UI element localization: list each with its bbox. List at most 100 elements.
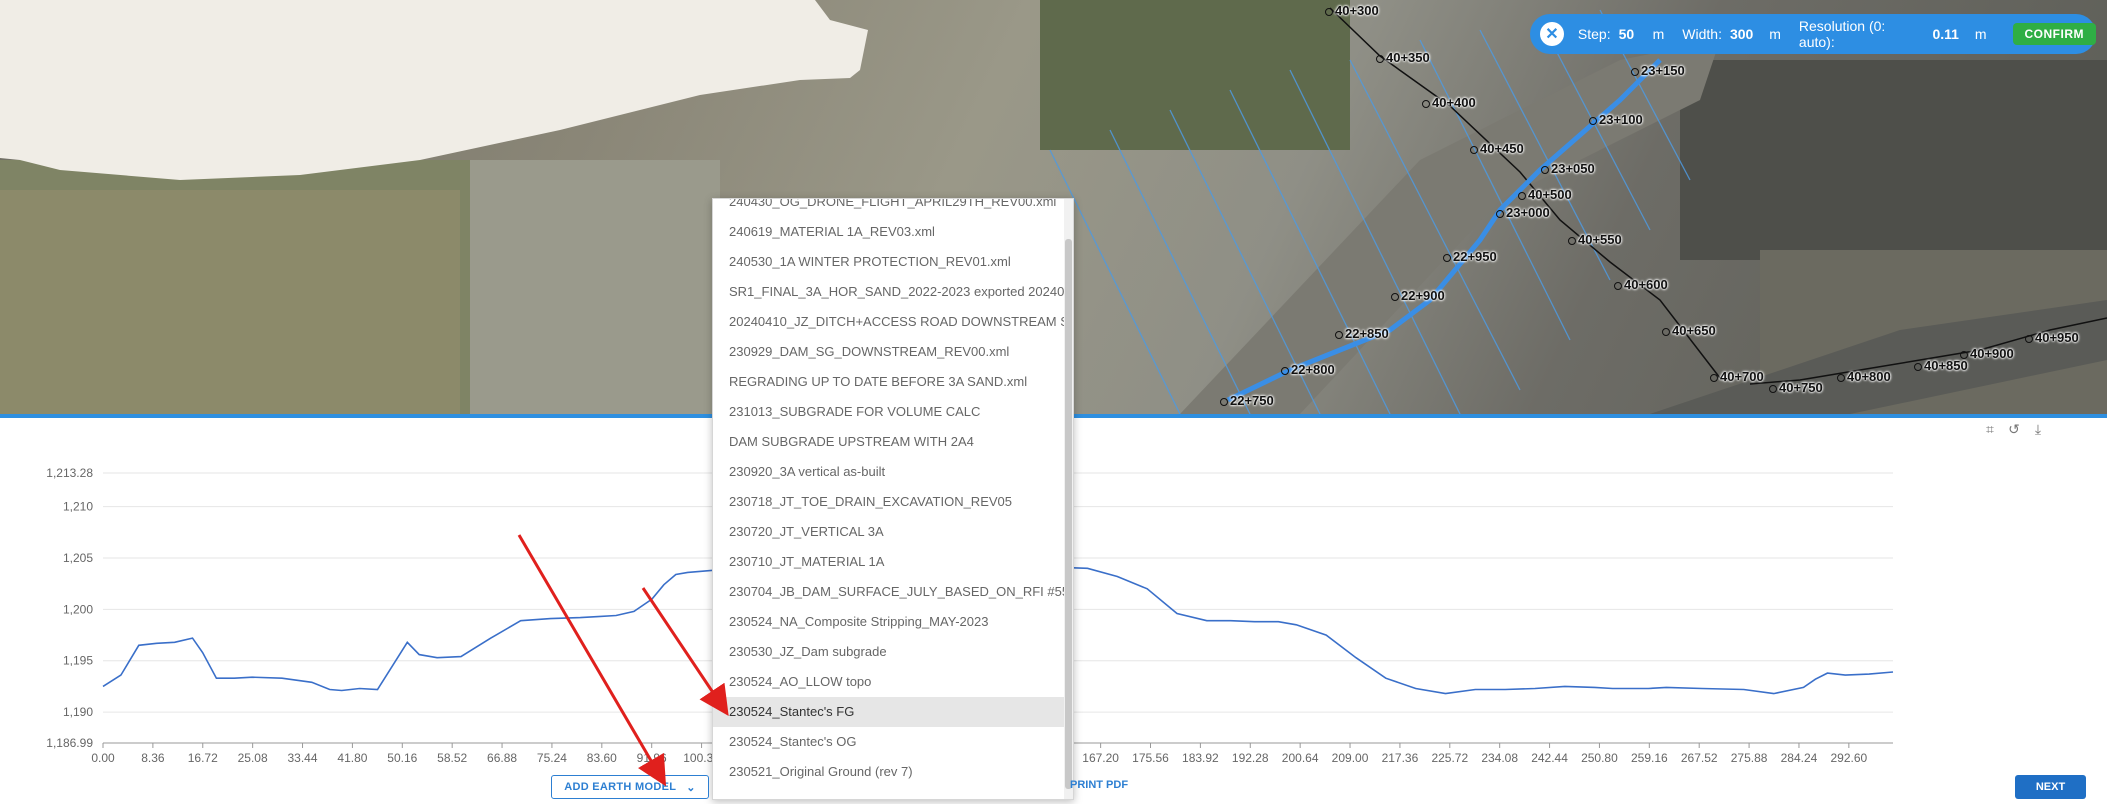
dropdown-item[interactable]: 230720_JT_VERTICAL 3A [713, 517, 1073, 547]
dropdown-item[interactable]: 20240410_JZ_DITCH+ACCESS ROAD DOWNSTREAM… [713, 307, 1073, 337]
chainage-label: 23+050 [1541, 161, 1595, 176]
dropdown-item[interactable]: 230718_JT_TOE_DRAIN_EXCAVATION_REV05 [713, 487, 1073, 517]
chainage-label: 40+350 [1376, 50, 1430, 65]
dropdown-item[interactable]: 230524_Stantec's OG [713, 727, 1073, 757]
scrollbar-thumb[interactable] [1065, 239, 1072, 789]
station-marker-icon [1589, 117, 1597, 125]
dropdown-scrollbar[interactable] [1064, 199, 1073, 799]
dropdown-item[interactable]: 230524_AO_LLOW topo [713, 667, 1073, 697]
dropdown-item[interactable]: SR1_FINAL_3A_HOR_SAND_2022-2023 exported… [713, 277, 1073, 307]
station-marker-icon [2025, 335, 2033, 343]
dropdown-item[interactable]: 230710_JT_MATERIAL 1A [713, 547, 1073, 577]
step-label: Step: [1577, 26, 1611, 42]
dropdown-item[interactable]: REGRADING UP TO DATE BEFORE 3A SAND.xml [713, 367, 1073, 397]
restore-icon[interactable]: ↺ [2006, 421, 2022, 437]
y-tick-label: 1,213.28 [46, 466, 93, 480]
width-label: Width: [1682, 26, 1722, 42]
x-tick-label: 175.56 [1132, 751, 1169, 765]
station-marker-icon [1631, 68, 1639, 76]
x-tick-label: 225.72 [1431, 751, 1468, 765]
chainage-label: 40+500 [1518, 187, 1572, 202]
chainage-label: 23+150 [1631, 63, 1685, 78]
x-tick-label: 83.60 [587, 751, 617, 765]
station-marker-icon [1391, 293, 1399, 301]
add-earth-model-label: ADD EARTH MODEL [564, 781, 677, 793]
add-earth-model-button[interactable]: ADD EARTH MODEL ⌄ [551, 775, 709, 799]
dropdown-item[interactable]: 230920_3A vertical as-built [713, 457, 1073, 487]
dropdown-item[interactable]: 240530_1A WINTER PROTECTION_REV01.xml [713, 247, 1073, 277]
x-tick-label: 209.00 [1332, 751, 1369, 765]
dropdown-item[interactable]: 240619_MATERIAL 1A_REV03.xml [713, 217, 1073, 247]
section-settings-bar: ✕ Step: 50 m Width: 300 m Resolution (0:… [1530, 14, 2097, 54]
resolution-label: Resolution (0: auto): [1798, 18, 1886, 50]
x-tick-label: 25.08 [238, 751, 268, 765]
x-tick-label: 200.64 [1282, 751, 1319, 765]
resolution-unit: m [1974, 26, 1987, 42]
dropdown-item[interactable]: 230524_Stantec's FG [713, 697, 1073, 727]
x-tick-label: 66.88 [487, 751, 517, 765]
dropdown-item[interactable]: 240430_OG_DRONE_FLIGHT_APRIL29TH_REV00.x… [713, 199, 1073, 217]
width-input[interactable]: 300 [1730, 26, 1753, 42]
y-tick-label: 1,190 [63, 705, 93, 719]
chainage-label: 40+900 [1960, 346, 2014, 361]
x-tick-label: 58.52 [437, 751, 467, 765]
dropdown-item[interactable]: 230521_Original Ground (rev 7) [713, 757, 1073, 787]
resolution-input[interactable]: 0.11 [1932, 26, 1958, 42]
chainage-label: 22+850 [1335, 326, 1389, 341]
download-icon[interactable]: ⤓ [2030, 421, 2046, 437]
dropdown-item[interactable]: 230929_DAM_SG_DOWNSTREAM_REV00.xml [713, 337, 1073, 367]
chainage-label: 40+300 [1325, 3, 1379, 18]
station-marker-icon [1837, 374, 1845, 382]
x-tick-label: 16.72 [188, 751, 218, 765]
chainage-label: 40+800 [1837, 369, 1891, 384]
station-marker-icon [1614, 282, 1622, 290]
x-tick-label: 234.08 [1481, 751, 1518, 765]
dropdown-item[interactable]: 230530_JZ_Dam subgrade [713, 637, 1073, 667]
step-input[interactable]: 50 [1619, 26, 1637, 42]
chainage-label: 40+600 [1614, 277, 1668, 292]
x-tick-label: 292.60 [1830, 751, 1867, 765]
next-button[interactable]: NEXT [2015, 775, 2086, 799]
station-marker-icon [1769, 385, 1777, 393]
chainage-label: 40+950 [2025, 330, 2079, 345]
print-pdf-button[interactable]: PRINT PDF [1070, 779, 1128, 791]
y-tick-label: 1,205 [63, 551, 93, 565]
dropdown-item[interactable]: 230524_NA_Composite Stripping_MAY-2023 [713, 607, 1073, 637]
chainage-label: 22+900 [1391, 288, 1445, 303]
station-marker-icon [1662, 328, 1670, 336]
dropdown-item[interactable]: DAM SUBGRADE UPSTREAM WITH 2A4 [713, 427, 1073, 457]
chevron-down-icon: ⌄ [686, 781, 696, 794]
x-tick-label: 33.44 [288, 751, 318, 765]
earth-model-list: 240430_OG_DRONE_FLIGHT_APRIL29TH_REV00.x… [713, 199, 1073, 787]
x-tick-label: 75.24 [537, 751, 567, 765]
step-unit: m [1652, 26, 1665, 42]
close-icon[interactable]: ✕ [1540, 22, 1564, 46]
earth-model-dropdown[interactable]: 240430_OG_DRONE_FLIGHT_APRIL29TH_REV00.x… [712, 198, 1074, 800]
chainage-label: 40+650 [1662, 323, 1716, 338]
x-tick-label: 8.36 [141, 751, 165, 765]
x-tick-label: 242.44 [1531, 751, 1568, 765]
x-tick-label: 275.88 [1731, 751, 1768, 765]
dropdown-item[interactable]: 231013_SUBGRADE FOR VOLUME CALC [713, 397, 1073, 427]
x-tick-label: 267.52 [1681, 751, 1718, 765]
station-marker-icon [1376, 55, 1384, 63]
station-marker-icon [1220, 398, 1228, 406]
y-tick-label: 1,195 [63, 654, 93, 668]
x-tick-label: 250.80 [1581, 751, 1618, 765]
y-tick-label: 1,200 [63, 602, 93, 616]
dropdown-item[interactable]: 230704_JB_DAM_SURFACE_JULY_BASED_ON_RFI … [713, 577, 1073, 607]
chainage-label: 22+750 [1220, 393, 1274, 408]
y-tick-label: 1,186.99 [46, 736, 93, 750]
chainage-label: 40+550 [1568, 232, 1622, 247]
x-tick-label: 183.92 [1182, 751, 1219, 765]
station-marker-icon [1335, 331, 1343, 339]
crop-icon[interactable]: ⌗ [1982, 421, 1998, 437]
station-marker-icon [1710, 374, 1718, 382]
station-marker-icon [1325, 8, 1333, 16]
station-marker-icon [1281, 367, 1289, 375]
confirm-button[interactable]: CONFIRM [2012, 23, 2097, 45]
station-marker-icon [1914, 363, 1922, 371]
chainage-label: 40+750 [1769, 380, 1823, 395]
x-tick-label: 41.80 [337, 751, 367, 765]
x-tick-label: 192.28 [1232, 751, 1269, 765]
